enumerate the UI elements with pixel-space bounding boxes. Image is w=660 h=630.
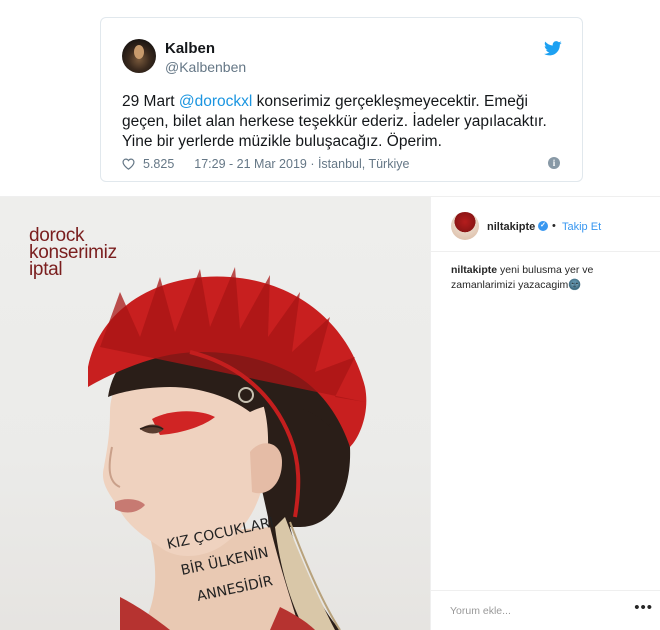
post-photo[interactable]: KIZ ÇOCUKLARI BİR ÜLKENİN ANNESİDİR doro… bbox=[0, 197, 430, 630]
photo-caption-line-3: iptal bbox=[29, 259, 63, 280]
tweet-author-name[interactable]: Kalben bbox=[165, 40, 215, 57]
comment-bar: Yorum ekle... ••• bbox=[431, 590, 660, 630]
tweet-author-handle[interactable]: @Kalbenben bbox=[165, 59, 246, 75]
post-comment: niltakipte yeni bulusma yer ve zamanlari… bbox=[451, 263, 651, 293]
tweet-card: Kalben @Kalbenben 29 Mart @dorockxl kons… bbox=[100, 17, 583, 182]
add-comment-input[interactable]: Yorum ekle... bbox=[450, 605, 511, 617]
post-header: niltakipte ✓ • Takip Et bbox=[431, 197, 660, 252]
photo-caption: dorock konserimiz iptal bbox=[29, 226, 117, 280]
avatar[interactable] bbox=[451, 212, 479, 240]
tweet-meta: 5.825 17:29 - 21 Mar 2019 · İstanbul, Tü… bbox=[122, 157, 409, 171]
like-count[interactable]: 5.825 bbox=[143, 157, 174, 171]
instagram-post: KIZ ÇOCUKLARI BİR ÜLKENİN ANNESİDİR doro… bbox=[0, 196, 660, 630]
tweet-text: 29 Mart @dorockxl konserimiz gerçekleşme… bbox=[122, 92, 572, 152]
tweet-text-start: 29 Mart bbox=[122, 93, 179, 110]
info-icon[interactable]: i bbox=[548, 157, 560, 169]
verified-badge-icon: ✓ bbox=[538, 221, 548, 231]
comment-username[interactable]: niltakipte bbox=[451, 264, 497, 276]
tweet-mention-link[interactable]: @dorockxl bbox=[179, 93, 252, 110]
post-username[interactable]: niltakipte bbox=[487, 221, 535, 233]
twitter-bird-icon[interactable] bbox=[544, 41, 562, 56]
post-sidebar: niltakipte ✓ • Takip Et niltakipte yeni … bbox=[430, 197, 660, 630]
tweet-avatar[interactable] bbox=[122, 39, 156, 73]
separator-dot: • bbox=[552, 220, 556, 232]
more-options-icon[interactable]: ••• bbox=[634, 599, 653, 616]
heart-icon[interactable] bbox=[122, 158, 135, 170]
follow-button[interactable]: Takip Et bbox=[562, 221, 601, 233]
tweet-timestamp[interactable]: 17:29 - 21 Mar 2019 · İstanbul, Türkiye bbox=[194, 157, 409, 171]
